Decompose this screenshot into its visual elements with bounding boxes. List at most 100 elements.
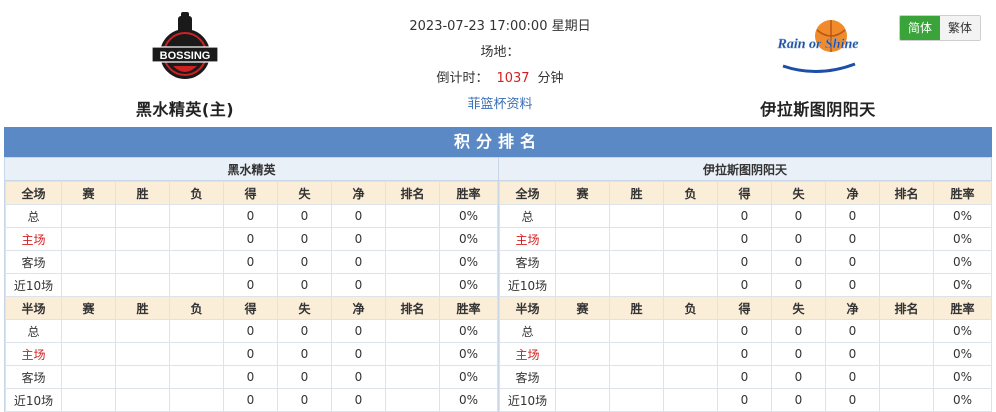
column-header-points-against: 失: [771, 296, 826, 320]
full-section-label: 全场: [5, 181, 62, 205]
cell-wins: [609, 365, 664, 389]
cell-rank: [879, 204, 934, 228]
cell-wins: [115, 319, 170, 343]
row-label: 主场: [5, 342, 62, 366]
cell-points-against: 0: [771, 365, 826, 389]
row-label: 近10场: [5, 388, 62, 412]
cell-rank: [385, 273, 440, 297]
match-header: BOSSING 黑水精英(主) 2023-07-23 17:00:00 星期日 …: [0, 0, 996, 124]
column-header-net: 净: [331, 296, 386, 320]
cell-win-rate: 0%: [933, 365, 992, 389]
column-header-win-rate: 胜率: [933, 181, 992, 205]
cell-points-for: 0: [223, 365, 278, 389]
cell-rank: [879, 342, 934, 366]
cell-net: 0: [825, 342, 880, 366]
half-header-row: 半场赛胜负得失净排名 胜率: [499, 296, 992, 320]
cell-net: 0: [825, 227, 880, 251]
away-team-logo[interactable]: Rain or Shine: [773, 8, 863, 88]
cell-wins: [115, 365, 170, 389]
half-header-row: 半场赛胜负得失净排名 胜率: [5, 296, 498, 320]
column-header-points-for: 得: [223, 181, 278, 205]
home-team-name[interactable]: 黑水精英(主): [85, 96, 285, 120]
cell-losses: [169, 342, 224, 366]
cell-wins: [609, 273, 664, 297]
column-header-losses: 负: [663, 181, 718, 205]
row-label: 总: [5, 319, 62, 343]
cell-wins: [115, 342, 170, 366]
standings-table: 全场赛胜负得失净排名 胜率总 0 0 0 0% 主场 0 0 0 0% 客场 0 0 0 0% 近10场 0 0 0 0…: [499, 181, 992, 412]
cell-wins: [609, 342, 664, 366]
column-header-points-against: 失: [277, 181, 332, 205]
row-label: 近10场: [5, 273, 62, 297]
cell-points-against: 0: [771, 342, 826, 366]
cell-win-rate: 0%: [933, 342, 992, 366]
cell-points-for: 0: [717, 273, 772, 297]
column-header-points-for: 得: [223, 296, 278, 320]
cell-points-against: 0: [277, 204, 332, 228]
cell-points-for: 0: [223, 250, 278, 274]
column-header-rank: 排名: [879, 296, 934, 320]
cell-losses: [169, 388, 224, 412]
cell-rank: [879, 388, 934, 412]
cell-wins: [609, 388, 664, 412]
cell-games: [61, 319, 116, 343]
row-label: 客场: [5, 365, 62, 389]
cell-wins: [115, 204, 170, 228]
full-section-label: 全场: [499, 181, 556, 205]
simplified-chinese-button[interactable]: 简体: [900, 16, 940, 40]
home-logo-text: BOSSING: [160, 50, 211, 62]
standings-title: 积分排名: [4, 127, 992, 157]
cell-games: [555, 250, 610, 274]
cell-win-rate: 0%: [439, 388, 498, 412]
cell-win-rate: 0%: [439, 250, 498, 274]
countdown: 倒计时： 1037 分钟: [350, 66, 650, 92]
table-row: 总 0 0 0 0%: [499, 204, 992, 228]
cell-net: 0: [331, 342, 386, 366]
cell-rank: [385, 227, 440, 251]
column-header-games: 赛: [61, 181, 116, 205]
table-row: 主场 0 0 0 0%: [5, 342, 498, 366]
cell-net: 0: [825, 273, 880, 297]
panel-team-name: 黑水精英: [5, 157, 498, 181]
cell-win-rate: 0%: [439, 342, 498, 366]
cell-net: 0: [825, 388, 880, 412]
column-header-win-rate: 胜率: [439, 296, 498, 320]
column-header-games: 赛: [555, 296, 610, 320]
column-header-points-for: 得: [717, 181, 772, 205]
cell-points-against: 0: [277, 319, 332, 343]
traditional-chinese-button[interactable]: 繁体: [940, 16, 980, 40]
half-section-label: 半场: [5, 296, 62, 320]
table-row: 主场 0 0 0 0%: [499, 227, 992, 251]
cell-points-for: 0: [717, 204, 772, 228]
cell-points-against: 0: [771, 273, 826, 297]
cell-rank: [385, 342, 440, 366]
cell-games: [61, 342, 116, 366]
column-header-net: 净: [331, 181, 386, 205]
cell-wins: [609, 227, 664, 251]
cell-points-for: 0: [717, 342, 772, 366]
cell-points-against: 0: [277, 365, 332, 389]
column-header-wins: 胜: [609, 181, 664, 205]
fiba-cup-link[interactable]: 菲篮杯资料: [467, 97, 532, 112]
row-label: 主场: [499, 227, 556, 251]
cell-losses: [663, 227, 718, 251]
column-header-losses: 负: [169, 181, 224, 205]
away-team-name[interactable]: 伊拉斯图阴阳天: [718, 96, 918, 120]
match-info: 2023-07-23 17:00:00 星期日 场地： 倒计时： 1037 分钟 菲…: [350, 14, 650, 118]
table-row: 近10场 0 0 0 0%: [5, 273, 498, 297]
cell-win-rate: 0%: [439, 319, 498, 343]
column-header-rank: 排名: [385, 296, 440, 320]
home-team-logo[interactable]: BOSSING: [140, 8, 230, 88]
cell-wins: [115, 250, 170, 274]
cell-win-rate: 0%: [439, 227, 498, 251]
venue: 场地：: [480, 45, 520, 60]
full-header-row: 全场赛胜负得失净排名 胜率: [5, 181, 498, 205]
cell-points-against: 0: [771, 227, 826, 251]
cell-points-against: 0: [277, 250, 332, 274]
cell-rank: [385, 388, 440, 412]
cell-points-against: 0: [277, 342, 332, 366]
column-header-points-against: 失: [771, 181, 826, 205]
row-label: 近10场: [499, 273, 556, 297]
column-header-wins: 胜: [115, 181, 170, 205]
cell-games: [61, 250, 116, 274]
